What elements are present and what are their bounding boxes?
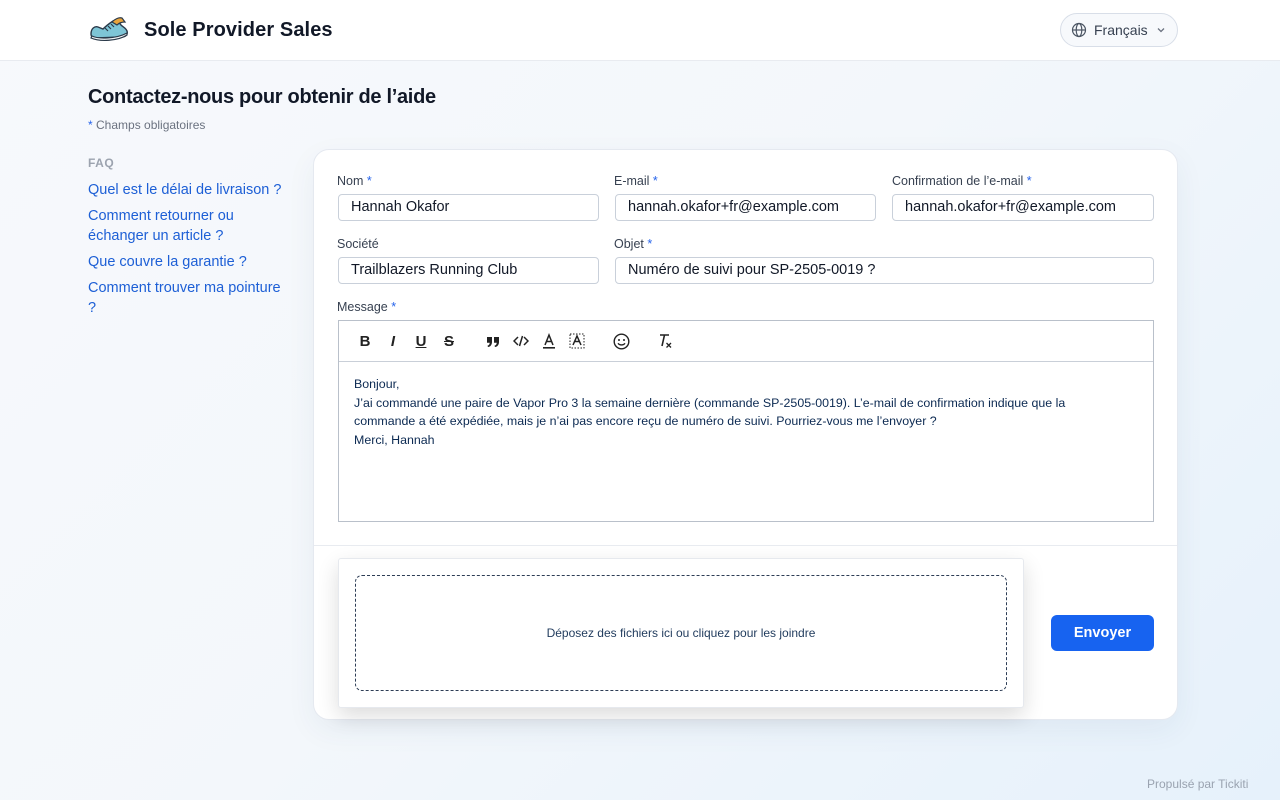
code-icon [513, 335, 529, 347]
clear-format-icon [660, 334, 672, 348]
quote-icon [487, 337, 499, 347]
highlight-icon [569, 333, 585, 349]
dropzone-text: Déposez des fichiers ici ou cliquez pour… [546, 626, 816, 640]
editor-toolbar: B I U S [339, 321, 1153, 362]
blockquote-button[interactable] [479, 327, 507, 355]
required-note-text: Champs obligatoires [96, 118, 206, 132]
required-star: * [88, 118, 93, 132]
faq-section: FAQ Quel est le délai de livraison ? Com… [88, 156, 288, 324]
message-line: J’ai commandé une paire de Vapor Pro 3 l… [354, 395, 1066, 410]
top-bar: Sole Provider Sales Français [0, 0, 1280, 61]
message-line: commande a été expédiée, mais je n’ai pa… [354, 414, 937, 429]
faq-link-returns[interactable]: Comment retourner ou échanger un article… [88, 206, 288, 246]
globe-icon [1071, 22, 1087, 38]
message-label: Message * [337, 300, 397, 314]
company-field[interactable]: Trailblazers Running Club [338, 257, 599, 284]
required-fields-note: * Champs obligatoires [88, 118, 205, 132]
subject-label: Objet * [614, 237, 653, 251]
clear-formatting-button[interactable] [651, 327, 679, 355]
file-dropzone[interactable]: Déposez des fichiers ici ou cliquez pour… [355, 575, 1007, 691]
language-label: Français [1094, 22, 1148, 38]
email-field[interactable]: hannah.okafor+fr@example.com [615, 194, 876, 221]
contact-form-card: Nom * Hannah Okafor E-mail * hannah.okaf… [313, 149, 1178, 720]
message-line: Bonjour, [354, 377, 400, 391]
name-label: Nom * [337, 174, 372, 188]
underline-button[interactable]: U [407, 327, 435, 355]
subject-field[interactable]: Numéro de suivi pour SP-2505-0019 ? [615, 257, 1154, 284]
powered-by-footer[interactable]: Propulsé par Tickiti [1147, 777, 1248, 791]
text-color-icon [543, 333, 555, 349]
company-label: Société [337, 237, 379, 251]
faq-heading: FAQ [88, 156, 115, 170]
name-field[interactable]: Hannah Okafor [338, 194, 599, 221]
sneaker-logo-icon [90, 17, 128, 41]
message-editor: B I U S Bonjour, J’ai commandé une paire… [338, 320, 1154, 522]
emoji-button[interactable] [607, 327, 635, 355]
language-selector[interactable]: Français [1060, 13, 1178, 47]
faq-link-delivery[interactable]: Quel est le délai de livraison ? [88, 180, 288, 200]
text-color-button[interactable] [535, 327, 563, 355]
email-label: E-mail * [614, 174, 658, 188]
brand-name: Sole Provider Sales [144, 19, 333, 41]
page-title: Contactez-nous pour obtenir de l’aide [88, 86, 436, 108]
chevron-down-icon [1157, 28, 1165, 33]
message-textarea[interactable]: Bonjour, J’ai commandé une paire de Vapo… [354, 375, 1134, 449]
smiley-icon [612, 332, 630, 350]
faq-link-warranty[interactable]: Que couvre la garantie ? [88, 252, 288, 272]
file-upload-panel: Déposez des fichiers ici ou cliquez pour… [338, 558, 1024, 708]
faq-link-size[interactable]: Comment trouver ma pointure ? [88, 278, 288, 318]
highlight-button[interactable] [563, 327, 591, 355]
email-confirm-field[interactable]: hannah.okafor+fr@example.com [892, 194, 1154, 221]
bold-button[interactable]: B [351, 327, 379, 355]
submit-button[interactable]: Envoyer [1051, 615, 1154, 651]
strikethrough-button[interactable]: S [435, 327, 463, 355]
italic-button[interactable]: I [379, 327, 407, 355]
message-line: Merci, Hannah [354, 432, 435, 447]
email-confirm-label: Confirmation de l’e-mail * [892, 174, 1032, 188]
section-divider [314, 545, 1177, 546]
code-button[interactable] [507, 327, 535, 355]
